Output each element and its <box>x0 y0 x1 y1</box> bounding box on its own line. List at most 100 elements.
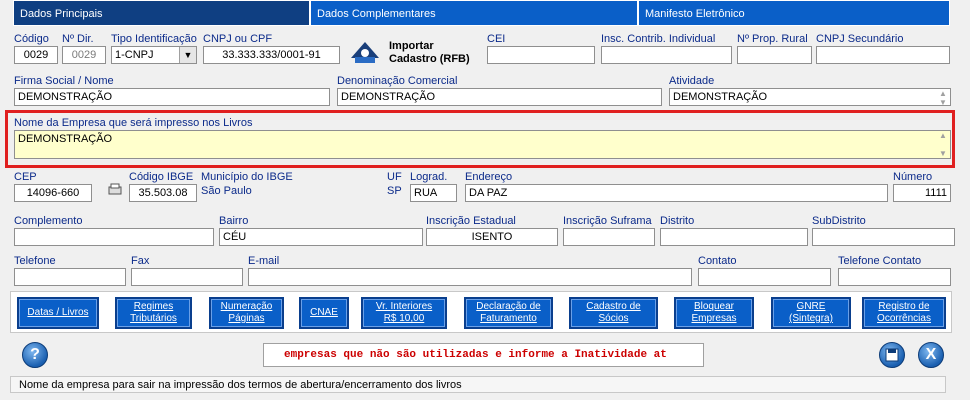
lograd-label: Lograd. <box>410 171 448 183</box>
ndir-field[interactable]: 0029 <box>62 46 106 64</box>
nome-livros-scrollbar[interactable]: ▲ ▼ <box>937 131 949 158</box>
receita-federal-icon <box>351 42 379 63</box>
bloquear-empresas-button[interactable]: Bloquear Empresas <box>674 297 754 329</box>
tab-label: Dados Complementares <box>317 8 436 20</box>
button-label: CNAE <box>310 307 338 318</box>
firma-field[interactable]: DEMONSTRAÇÃO <box>14 88 330 106</box>
regimes-tributarios-button[interactable]: Regimes Tributários <box>115 297 192 329</box>
scroll-up-icon[interactable]: ▲ <box>939 131 947 140</box>
telefone-field[interactable] <box>14 268 126 286</box>
distrito-field[interactable] <box>660 228 808 246</box>
fax-field[interactable] <box>131 268 243 286</box>
cadastro-socios-button[interactable]: Cadastro de Sócios <box>569 297 658 329</box>
tab-dados-complementares[interactable]: Dados Complementares <box>310 0 638 26</box>
button-label: Páginas <box>228 313 265 324</box>
uf-value: SP <box>387 185 402 197</box>
atividade-scrollbar[interactable]: ▲ ▼ <box>937 89 949 105</box>
suframa-field[interactable] <box>563 228 655 246</box>
cnpj-field[interactable]: 33.333.333/0001-91 <box>203 46 340 64</box>
chevron-down-icon[interactable]: ▼ <box>179 47 196 63</box>
importar-cadastro-button[interactable]: Importar Cadastro (RFB) <box>345 38 480 68</box>
ibge-label: Código IBGE <box>129 171 194 183</box>
prop-rural-field[interactable] <box>737 46 812 64</box>
nome-livros-value: DEMONSTRAÇÃO <box>18 133 113 145</box>
nome-livros-label: Nome da Empresa que será impresso nos Li… <box>14 117 253 129</box>
button-label: (Sintegra) <box>789 313 833 324</box>
button-label: Numeração <box>220 301 273 312</box>
denominacao-field[interactable]: DEMONSTRAÇÃO <box>337 88 662 106</box>
distrito-label: Distrito <box>660 215 695 227</box>
tipo-value: 1-CNPJ <box>115 49 154 61</box>
button-label: Datas / Livros <box>27 307 89 318</box>
cei-label: CEI <box>487 33 506 45</box>
button-label: R$ 10,00 <box>383 313 425 324</box>
contato-label: Contato <box>698 255 737 267</box>
tipo-label: Tipo Identificação <box>111 33 197 45</box>
cep-label: CEP <box>14 171 37 183</box>
close-icon[interactable]: X <box>918 342 944 368</box>
cnpj-secundario-field[interactable] <box>816 46 950 64</box>
save-icon[interactable] <box>879 342 905 368</box>
ibge-field[interactable]: 35.503.08 <box>129 184 197 202</box>
button-label: Bloquear <box>693 301 734 312</box>
cnpj-secundario-label: CNPJ Secundário <box>816 33 904 45</box>
denominacao-label: Denominação Comercial <box>337 75 458 87</box>
firma-label: Firma Social / Nome <box>14 75 114 87</box>
telefone-label: Telefone <box>14 255 56 267</box>
gnre-sintegra-button[interactable]: GNRE (Sintegra) <box>771 297 851 329</box>
tipo-select[interactable]: 1-CNPJ ▼ <box>111 46 197 64</box>
complemento-field[interactable] <box>14 228 214 246</box>
fax-label: Fax <box>131 255 150 267</box>
button-label: Vr. Interiores <box>375 301 433 312</box>
tab-dados-principais[interactable]: Dados Principais <box>13 0 310 26</box>
atividade-field[interactable]: DEMONSTRAÇÃO ▲ ▼ <box>669 88 951 106</box>
numero-field[interactable]: 1111 <box>893 184 951 202</box>
cep-field[interactable]: 14096-660 <box>14 184 92 202</box>
tab-manifesto-eletronico[interactable]: Manifesto Eletrônico <box>638 0 950 26</box>
scroll-down-icon[interactable]: ▼ <box>939 98 947 105</box>
datas-livros-button[interactable]: Datas / Livros <box>17 297 99 329</box>
tel-contato-field[interactable] <box>838 268 951 286</box>
importar-line2: Cadastro (RFB) <box>389 53 470 65</box>
importar-line1: Importar <box>389 40 434 52</box>
municipio-value: São Paulo <box>201 185 252 197</box>
close-glyph: X <box>925 346 937 363</box>
ndir-label: Nº Dir. <box>62 33 94 45</box>
municipio-label: Município do IBGE <box>201 171 293 183</box>
help-icon[interactable]: ? <box>22 342 48 368</box>
button-label: Declaração de <box>476 301 541 312</box>
vr-interiores-button[interactable]: Vr. Interiores R$ 10,00 <box>361 297 447 329</box>
button-label: Empresas <box>691 313 737 324</box>
scroll-up-icon[interactable]: ▲ <box>939 89 947 98</box>
numeracao-paginas-button[interactable]: Numeração Páginas <box>209 297 284 329</box>
registro-ocorrencias-button[interactable]: Registro de Ocorrências <box>862 297 946 329</box>
marquee-message: empresas que não são utilizadas e inform… <box>263 343 704 367</box>
email-label: E-mail <box>248 255 280 267</box>
nome-livros-field[interactable]: DEMONSTRAÇÃO ▲ ▼ <box>14 130 951 159</box>
tab-label: Manifesto Eletrônico <box>645 8 745 20</box>
codigo-field[interactable]: 0029 <box>14 46 58 64</box>
cnae-button[interactable]: CNAE <box>299 297 349 329</box>
cei-field[interactable] <box>487 46 595 64</box>
endereco-label: Endereço <box>465 171 513 183</box>
help-glyph: ? <box>30 346 40 363</box>
button-label: Regimes <box>133 301 174 312</box>
insc-individual-field[interactable] <box>601 46 732 64</box>
status-bar: Nome da empresa para sair na impressão d… <box>10 376 946 393</box>
contato-field[interactable] <box>698 268 831 286</box>
cep-search-icon[interactable] <box>107 182 123 196</box>
atividade-value: DEMONSTRAÇÃO <box>673 91 768 103</box>
scroll-down-icon[interactable]: ▼ <box>939 149 947 158</box>
cnpj-label: CNPJ ou CPF <box>203 33 273 45</box>
bairro-label: Bairro <box>219 215 249 227</box>
insc-estadual-field[interactable]: ISENTO <box>426 228 558 246</box>
atividade-label: Atividade <box>669 75 715 87</box>
bairro-field[interactable]: CÉU <box>219 228 423 246</box>
tel-contato-label: Telefone Contato <box>838 255 922 267</box>
lograd-field[interactable]: RUA <box>410 184 457 202</box>
email-field[interactable] <box>248 268 692 286</box>
endereco-field[interactable]: DA PAZ <box>465 184 888 202</box>
subdistrito-field[interactable] <box>812 228 955 246</box>
button-label: Tributários <box>130 313 177 324</box>
declaracao-faturamento-button[interactable]: Declaração de Faturamento <box>464 297 553 329</box>
